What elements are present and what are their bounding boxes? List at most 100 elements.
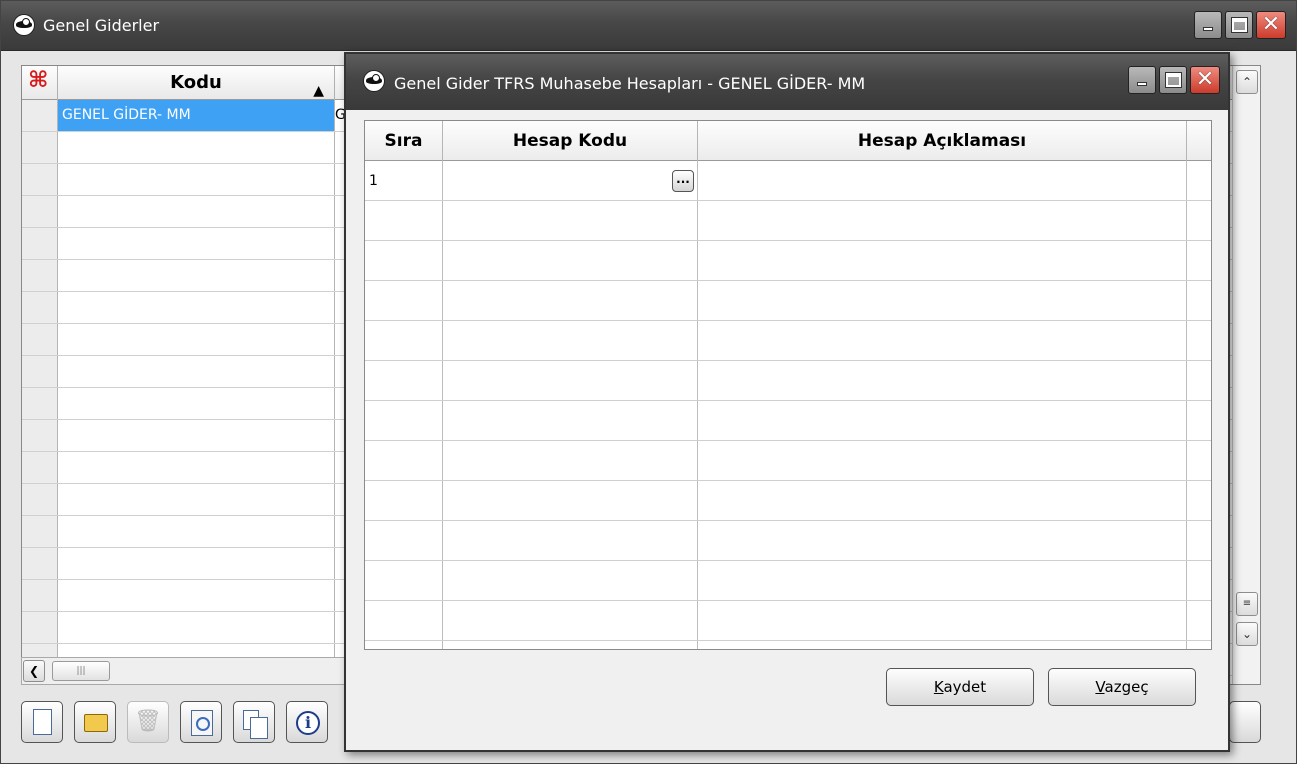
kodu-cell[interactable] [58, 452, 335, 483]
hesap-kodu-cell[interactable] [443, 641, 698, 649]
kodu-cell[interactable] [58, 548, 335, 579]
row-header[interactable] [22, 164, 58, 195]
hesap-aciklamasi-cell[interactable] [698, 641, 1187, 649]
account-row[interactable] [365, 281, 1211, 321]
close-button[interactable]: ✕ [1256, 11, 1286, 39]
scroll-thumb[interactable]: ≡ [1236, 592, 1258, 616]
hesap-aciklamasi-cell[interactable] [698, 361, 1187, 400]
sira-cell[interactable] [365, 361, 443, 400]
sira-cell[interactable] [365, 281, 443, 320]
account-row[interactable] [365, 601, 1211, 641]
column-header-kodu[interactable]: Kodu ▲ [58, 66, 335, 100]
info-button[interactable]: i [286, 701, 328, 743]
column-header-hesap-kodu[interactable]: Hesap Kodu [443, 121, 698, 161]
kodu-cell[interactable] [58, 132, 335, 163]
row-header[interactable] [22, 420, 58, 451]
hesap-kodu-cell[interactable] [443, 281, 698, 320]
account-row[interactable] [365, 481, 1211, 521]
hesap-aciklamasi-cell[interactable] [698, 321, 1187, 360]
kodu-cell[interactable]: GENEL GİDER- MM [58, 100, 335, 131]
row-header[interactable] [22, 228, 58, 259]
row-header[interactable] [22, 580, 58, 611]
accounts-grid[interactable]: Sıra Hesap Kodu Hesap Açıklaması 1... [364, 120, 1212, 650]
sira-cell[interactable] [365, 241, 443, 280]
open-button[interactable] [74, 701, 116, 743]
account-row[interactable] [365, 521, 1211, 561]
account-row[interactable] [365, 241, 1211, 281]
hesap-kodu-cell[interactable] [443, 201, 698, 240]
maximize-button[interactable] [1225, 11, 1253, 39]
hesap-aciklamasi-cell[interactable] [698, 201, 1187, 240]
hesap-kodu-cell[interactable]: ... [443, 161, 698, 200]
horizontal-scrollbar[interactable]: ❮ ||| [21, 657, 346, 685]
hesap-aciklamasi-cell[interactable] [698, 601, 1187, 640]
account-row[interactable] [365, 641, 1211, 649]
account-row[interactable] [365, 401, 1211, 441]
sira-cell[interactable] [365, 201, 443, 240]
dialog-minimize-button[interactable] [1128, 66, 1156, 94]
sira-cell[interactable] [365, 481, 443, 520]
kodu-cell[interactable] [58, 388, 335, 419]
kodu-cell[interactable] [58, 164, 335, 195]
row-header[interactable] [22, 292, 58, 323]
kodu-cell[interactable] [58, 580, 335, 611]
dialog-close-button[interactable]: ✕ [1190, 66, 1220, 94]
copy-button[interactable] [233, 701, 275, 743]
kodu-cell[interactable] [58, 612, 335, 643]
sira-cell[interactable]: 1 [365, 161, 443, 200]
hesap-kodu-cell[interactable] [443, 561, 698, 600]
hesap-kodu-cell[interactable] [443, 401, 698, 440]
account-lookup-button[interactable]: ... [672, 170, 694, 192]
row-header[interactable] [22, 516, 58, 547]
row-header[interactable] [22, 388, 58, 419]
hesap-aciklamasi-cell[interactable] [698, 481, 1187, 520]
hesap-aciklamasi-cell[interactable] [698, 521, 1187, 560]
hesap-aciklamasi-cell[interactable] [698, 161, 1187, 200]
kodu-cell[interactable] [58, 292, 335, 323]
sira-cell[interactable] [365, 321, 443, 360]
row-header[interactable] [22, 548, 58, 579]
sira-cell[interactable] [365, 441, 443, 480]
scroll-down-button[interactable]: ⌄ [1236, 622, 1258, 646]
sira-cell[interactable] [365, 401, 443, 440]
sira-cell[interactable] [365, 641, 443, 649]
hesap-kodu-cell[interactable] [443, 321, 698, 360]
new-button[interactable] [21, 701, 63, 743]
hesap-kodu-cell[interactable] [443, 441, 698, 480]
row-header[interactable] [22, 484, 58, 515]
hesap-aciklamasi-cell[interactable] [698, 441, 1187, 480]
account-row[interactable] [365, 361, 1211, 401]
hesap-kodu-cell[interactable] [443, 481, 698, 520]
account-row[interactable] [365, 321, 1211, 361]
save-button[interactable]: Kaydet [886, 668, 1034, 706]
row-header[interactable] [22, 356, 58, 387]
account-row[interactable] [365, 561, 1211, 601]
hesap-kodu-cell[interactable] [443, 521, 698, 560]
hesap-aciklamasi-cell[interactable] [698, 241, 1187, 280]
vertical-scrollbar[interactable]: ⌃ ≡ ⌄ [1232, 66, 1260, 684]
hesap-aciklamasi-cell[interactable] [698, 401, 1187, 440]
hesap-aciklamasi-cell[interactable] [698, 281, 1187, 320]
account-row[interactable] [365, 201, 1211, 241]
account-row[interactable] [365, 441, 1211, 481]
minimize-button[interactable] [1194, 11, 1222, 39]
row-header[interactable] [22, 132, 58, 163]
kodu-cell[interactable] [58, 420, 335, 451]
sira-cell[interactable] [365, 601, 443, 640]
kodu-cell[interactable] [58, 356, 335, 387]
kodu-cell[interactable] [58, 260, 335, 291]
preview-button[interactable] [180, 701, 222, 743]
cancel-button[interactable]: Vazgeç [1048, 668, 1196, 706]
row-header[interactable] [22, 100, 58, 131]
dialog-maximize-button[interactable] [1159, 66, 1187, 94]
main-titlebar[interactable]: Genel Giderler ✕ [1, 1, 1296, 51]
sira-cell[interactable] [365, 561, 443, 600]
kodu-cell[interactable] [58, 228, 335, 259]
hesap-kodu-cell[interactable] [443, 601, 698, 640]
row-header[interactable] [22, 612, 58, 643]
hesap-kodu-cell[interactable] [443, 241, 698, 280]
kodu-cell[interactable] [58, 484, 335, 515]
kodu-cell[interactable] [58, 324, 335, 355]
sira-cell[interactable] [365, 521, 443, 560]
row-header[interactable] [22, 324, 58, 355]
